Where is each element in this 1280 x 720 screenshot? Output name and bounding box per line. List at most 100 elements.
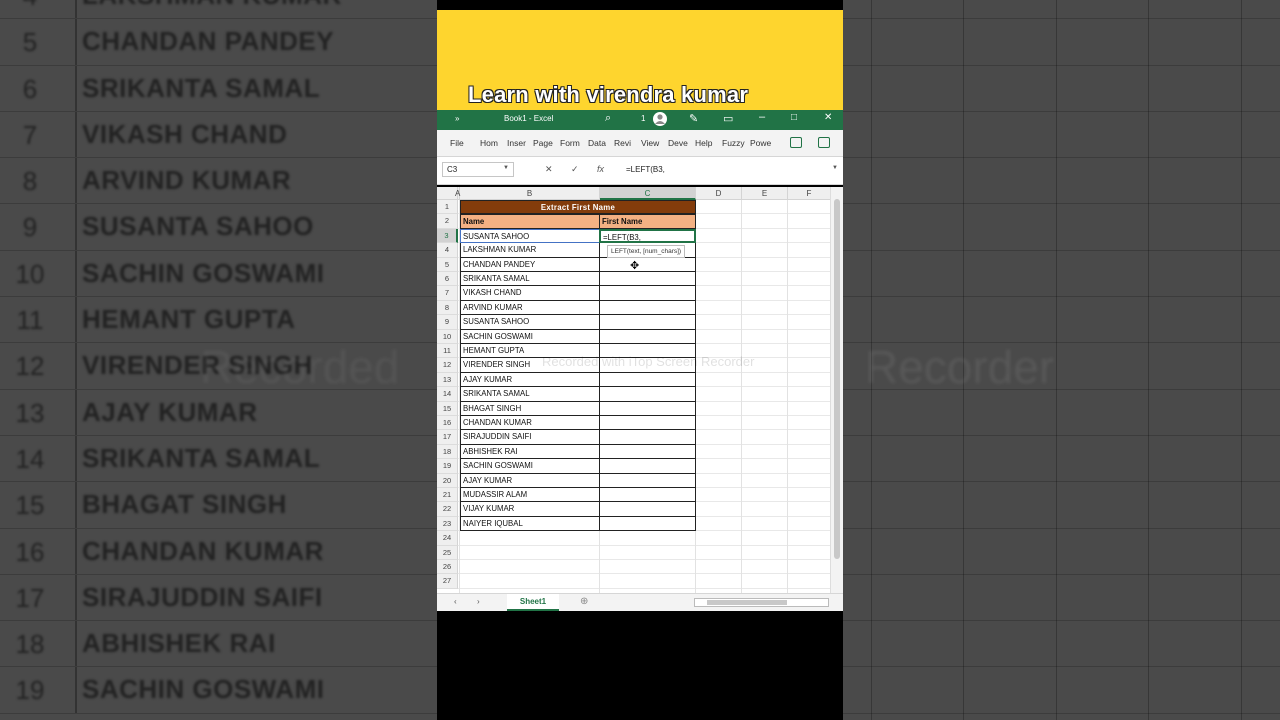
row-header[interactable]: 19 (437, 459, 458, 474)
first-name-cell[interactable] (599, 257, 696, 272)
first-name-cell[interactable] (599, 430, 696, 445)
prev-sheet-icon[interactable]: ‹ (454, 597, 457, 606)
row-header[interactable]: 25 (437, 545, 458, 560)
chevron-down-icon[interactable]: ▼ (503, 165, 509, 171)
add-sheet-icon[interactable]: ⊕ (580, 596, 588, 607)
close-button[interactable]: ✕ (824, 112, 832, 123)
row-header[interactable]: 3 (437, 228, 458, 244)
first-name-cell[interactable] (599, 272, 696, 287)
active-cell-c3[interactable]: =LEFT(B3, (599, 228, 696, 244)
next-sheet-icon[interactable]: › (477, 597, 480, 606)
insert-function-icon[interactable]: fx (597, 164, 604, 174)
first-name-cell[interactable] (599, 459, 696, 474)
row-header[interactable]: 12 (437, 358, 458, 373)
tab-formulas[interactable]: Form (560, 138, 580, 148)
first-name-cell[interactable] (599, 329, 696, 344)
name-cell[interactable]: SRIKANTA SAMAL (460, 272, 600, 287)
user-avatar-icon[interactable] (653, 112, 667, 126)
ribbon-display-icon[interactable]: ▭ (723, 112, 733, 125)
quick-access-icon[interactable]: » (455, 114, 459, 123)
tab-page-layout[interactable]: Page (533, 138, 553, 148)
name-cell[interactable]: LAKSHMAN KUMAR (460, 243, 600, 258)
comments-icon[interactable] (790, 137, 802, 148)
row-header[interactable]: 16 (437, 416, 458, 431)
table-title[interactable]: Extract First Name (460, 200, 696, 215)
tab-help[interactable]: Help (695, 138, 712, 148)
maximize-button[interactable]: □ (791, 112, 797, 123)
scrollbar-thumb[interactable] (834, 199, 840, 559)
name-cell[interactable]: AJAY KUMAR (460, 372, 600, 388)
row-header[interactable]: 9 (437, 315, 458, 330)
name-cell[interactable]: CHANDAN KUMAR (460, 416, 600, 431)
tab-power[interactable]: Powe (750, 138, 771, 148)
name-cell[interactable]: AJAY KUMAR (460, 473, 600, 488)
first-name-cell[interactable] (599, 387, 696, 402)
cancel-icon[interactable]: ✕ (545, 164, 553, 175)
column-header-b[interactable]: B (460, 187, 600, 200)
name-cell[interactable]: SRIKANTA SAMAL (460, 387, 600, 402)
vertical-scrollbar[interactable] (830, 187, 843, 593)
first-name-cell[interactable] (599, 444, 696, 460)
sheet-tab-sheet1[interactable]: Sheet1 (507, 594, 559, 611)
column-header-f[interactable]: F (788, 187, 831, 200)
row-header[interactable]: 7 (437, 286, 458, 301)
row-header[interactable]: 18 (437, 444, 458, 460)
column-header-c[interactable]: C (600, 187, 696, 200)
first-name-cell[interactable] (599, 286, 696, 301)
formula-input[interactable]: =LEFT(B3, (626, 165, 665, 174)
name-cell[interactable]: NAIYER IQUBAL (460, 516, 600, 532)
tab-insert[interactable]: Inser (507, 138, 526, 148)
share-icon[interactable] (818, 137, 830, 148)
row-header[interactable]: 21 (437, 488, 458, 503)
name-cell[interactable]: SUSANTA SAHOO (460, 228, 600, 244)
row-header[interactable]: 1 (437, 200, 458, 215)
row-header[interactable]: 22 (437, 502, 458, 517)
enter-icon[interactable]: ✓ (571, 164, 579, 175)
tab-home[interactable]: Hom (480, 138, 498, 148)
row-header[interactable]: 27 (437, 574, 458, 589)
first-name-cell[interactable] (599, 401, 696, 416)
first-name-cell[interactable] (599, 473, 696, 488)
first-name-cell[interactable] (599, 516, 696, 532)
pen-icon[interactable]: ✎ (689, 112, 698, 125)
row-header[interactable]: 10 (437, 329, 458, 344)
name-cell[interactable]: SUSANTA SAHOO (460, 315, 600, 330)
row-header[interactable]: 2 (437, 214, 458, 229)
horizontal-scrollbar[interactable] (694, 598, 829, 607)
row-header[interactable]: 17 (437, 430, 458, 445)
name-cell[interactable]: ABHISHEK RAI (460, 444, 600, 460)
first-name-cell[interactable] (599, 502, 696, 517)
first-name-cell[interactable] (599, 416, 696, 431)
name-cell[interactable]: VIKASH CHAND (460, 286, 600, 301)
search-icon[interactable]: ⌕ (605, 112, 611, 125)
row-header[interactable]: 11 (437, 344, 458, 359)
header-name[interactable]: Name (460, 214, 600, 229)
tab-file[interactable]: File (450, 138, 464, 148)
name-cell[interactable]: ARVIND KUMAR (460, 300, 600, 316)
column-header-e[interactable]: E (742, 187, 788, 200)
row-header[interactable]: 13 (437, 372, 458, 388)
first-name-cell[interactable] (599, 300, 696, 316)
tab-data[interactable]: Data (588, 138, 606, 148)
tab-view[interactable]: View (641, 138, 659, 148)
tab-review[interactable]: Revi (614, 138, 631, 148)
row-header[interactable]: 15 (437, 401, 458, 416)
expand-formula-bar-icon[interactable]: ▼ (832, 165, 838, 171)
first-name-cell[interactable] (599, 372, 696, 388)
worksheet-grid[interactable]: B C D E F A 1 2 3 4 5 6 7 8 9 10 11 12 13 14 15 16 17 18 1… (437, 187, 843, 593)
row-header[interactable]: 14 (437, 387, 458, 402)
horizontal-scrollbar-thumb[interactable] (707, 600, 787, 605)
name-cell[interactable]: CHANDAN PANDEY (460, 257, 600, 272)
row-header[interactable]: 24 (437, 531, 458, 546)
row-header[interactable]: 5 (437, 257, 458, 272)
first-name-cell[interactable] (599, 488, 696, 503)
first-name-cell[interactable] (599, 315, 696, 330)
name-cell[interactable]: SACHIN GOSWAMI (460, 459, 600, 474)
column-header-d[interactable]: D (696, 187, 742, 200)
row-header[interactable]: 26 (437, 560, 458, 575)
name-cell[interactable]: BHAGAT SINGH (460, 401, 600, 416)
row-header[interactable]: 4 (437, 243, 458, 258)
name-cell[interactable]: MUDASSIR ALAM (460, 488, 600, 503)
name-cell[interactable]: SACHIN GOSWAMI (460, 329, 600, 344)
tab-fuzzy[interactable]: Fuzzy (722, 138, 745, 148)
